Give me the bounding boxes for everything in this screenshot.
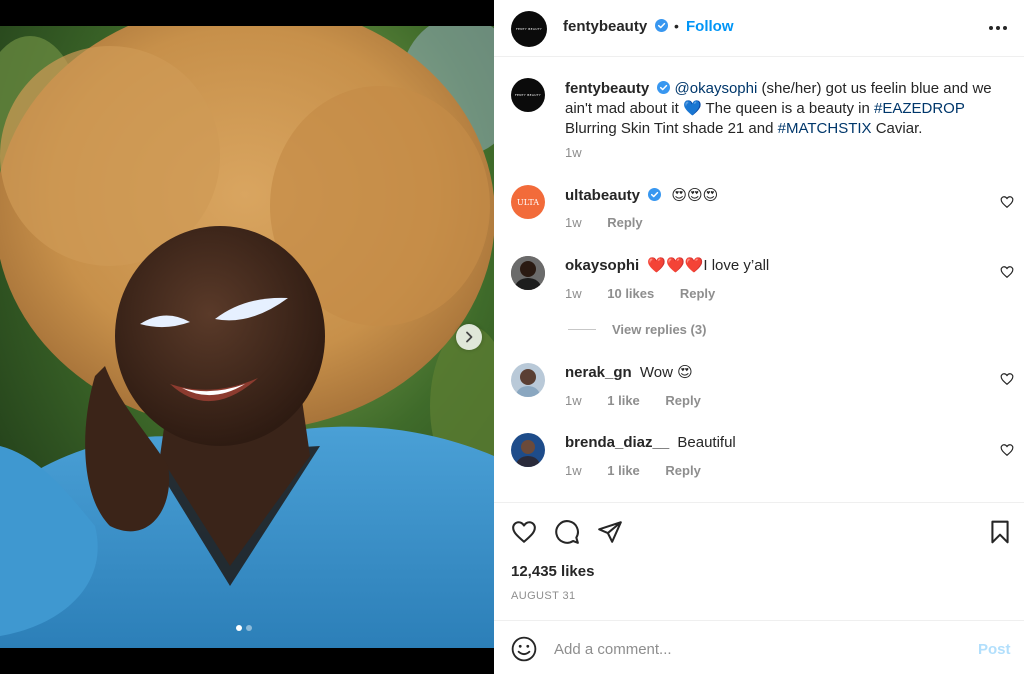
- replies-divider: [568, 329, 596, 330]
- avatar-logo-text: FENTY BEAUTY: [516, 27, 542, 31]
- caption-time: 1w: [565, 145, 582, 160]
- next-slide-button[interactable]: [456, 324, 482, 350]
- heart-icon[interactable]: [1000, 265, 1014, 279]
- comment-brenda-diaz: brenda_diaz__ Beautiful: [565, 433, 736, 453]
- comment-ultabeauty: ultabeauty 😍😍😍: [565, 186, 718, 206]
- caption-meta: 1w: [565, 145, 582, 160]
- add-comment-bar: Post: [494, 620, 1024, 674]
- comment-icon[interactable]: [554, 519, 580, 545]
- comment-meta: 1w 10 likes Reply: [565, 286, 715, 301]
- hashtag-eazedrop[interactable]: #EAZEDROP: [874, 100, 965, 117]
- comments-section: FENTY BEAUTY fentybeauty @okaysophi (she…: [494, 57, 1024, 502]
- post-media: [0, 0, 494, 674]
- post-details-panel: FENTY BEAUTY fentybeauty • Follow FENTY …: [494, 0, 1024, 674]
- post-date: AUGUST 31: [511, 590, 576, 602]
- comment-meta: 1w 1 like Reply: [565, 463, 701, 478]
- post-header: FENTY BEAUTY fentybeauty • Follow: [494, 0, 1024, 57]
- caption-text-2: The queen is a beauty in: [701, 100, 874, 117]
- chevron-right-icon: [466, 331, 473, 343]
- comment-text: 😍😍😍: [671, 187, 719, 204]
- comment-likes[interactable]: 1 like: [607, 393, 640, 408]
- comment-text: Beautiful: [677, 434, 736, 451]
- caption-username[interactable]: fentybeauty: [565, 80, 649, 97]
- heart-icon[interactable]: [1000, 195, 1014, 209]
- ulta-logo-text: ULTA: [516, 197, 540, 207]
- heart-icon[interactable]: [511, 519, 537, 545]
- reply-button[interactable]: Reply: [607, 215, 642, 230]
- comment-username[interactable]: nerak_gn: [565, 364, 632, 381]
- share-icon[interactable]: [597, 519, 623, 545]
- comment-input[interactable]: [554, 635, 954, 663]
- avatar-photo: [511, 433, 545, 467]
- heart-icon[interactable]: [1000, 443, 1014, 457]
- post-comment-button[interactable]: Post: [978, 641, 1011, 658]
- blue-heart-emoji: 💙: [682, 100, 702, 117]
- caption-avatar[interactable]: FENTY BEAUTY: [511, 78, 545, 112]
- view-replies-button[interactable]: View replies (3): [568, 322, 706, 337]
- author-username-text: fentybeauty: [563, 18, 648, 35]
- comment-avatar-ultabeauty[interactable]: ULTA: [511, 185, 545, 219]
- caption-text-4: Caviar.: [871, 120, 923, 137]
- verified-icon: [655, 19, 669, 32]
- caption-avatar-text: FENTY BEAUTY: [515, 93, 541, 97]
- comment-time: 1w: [565, 463, 582, 478]
- view-replies-label: View replies (3): [612, 322, 707, 337]
- reply-button[interactable]: Reply: [665, 393, 700, 408]
- author-username[interactable]: fentybeauty: [563, 18, 669, 35]
- comment-time: 1w: [565, 215, 582, 230]
- more-icon-dot: [1003, 26, 1007, 30]
- avatar-photo: [511, 256, 545, 290]
- bookmark-icon[interactable]: [987, 519, 1013, 545]
- comment-username[interactable]: ultabeauty: [565, 187, 640, 204]
- follow-button[interactable]: Follow: [686, 18, 734, 35]
- verified-icon: [657, 81, 671, 94]
- comment-time: 1w: [565, 393, 582, 408]
- reply-button[interactable]: Reply: [680, 286, 715, 301]
- caption-text-3: Blurring Skin Tint shade 21 and: [565, 120, 778, 137]
- comment-nerak-gn: nerak_gn Wow 😍: [565, 363, 693, 383]
- post-photo[interactable]: [0, 26, 494, 648]
- mention-link[interactable]: @okaysophi: [675, 80, 758, 97]
- reply-button[interactable]: Reply: [665, 463, 700, 478]
- comment-text: Wow 😍: [639, 364, 693, 381]
- heart-icon[interactable]: [1000, 372, 1014, 386]
- more-options-button[interactable]: [986, 18, 1010, 38]
- comment-meta: 1w Reply: [565, 215, 643, 230]
- avatar-photo: [511, 363, 545, 397]
- emoji-icon[interactable]: [511, 636, 537, 662]
- header-separator: •: [674, 18, 679, 34]
- post-caption: fentybeauty @okaysophi (she/her) got us …: [565, 79, 1005, 139]
- comment-avatar-okaysophi[interactable]: [511, 256, 545, 290]
- more-icon: [989, 26, 993, 30]
- comment-okaysophi: okaysophi ❤️❤️❤️I love y’all: [565, 256, 769, 276]
- carousel-indicator: [236, 625, 252, 631]
- verified-icon: [648, 188, 662, 201]
- more-icon-dot: [996, 26, 1000, 30]
- carousel-dot-active: [236, 625, 242, 631]
- comment-username[interactable]: brenda_diaz__: [565, 434, 669, 451]
- comment-avatar-brenda-diaz[interactable]: [511, 433, 545, 467]
- comment-time: 1w: [565, 286, 582, 301]
- comment-text: ❤️❤️❤️I love y’all: [647, 257, 770, 274]
- author-avatar[interactable]: FENTY BEAUTY: [511, 11, 547, 47]
- comment-avatar-nerak-gn[interactable]: [511, 363, 545, 397]
- comment-username[interactable]: okaysophi: [565, 257, 639, 274]
- hashtag-matchstix[interactable]: #MATCHSTIX: [778, 120, 872, 137]
- comment-meta: 1w 1 like Reply: [565, 393, 701, 408]
- likes-count[interactable]: 12,435 likes: [511, 563, 594, 580]
- comment-likes[interactable]: 10 likes: [607, 286, 654, 301]
- comment-likes[interactable]: 1 like: [607, 463, 640, 478]
- carousel-dot: [246, 625, 252, 631]
- post-actions: 12,435 likes AUGUST 31: [494, 502, 1024, 620]
